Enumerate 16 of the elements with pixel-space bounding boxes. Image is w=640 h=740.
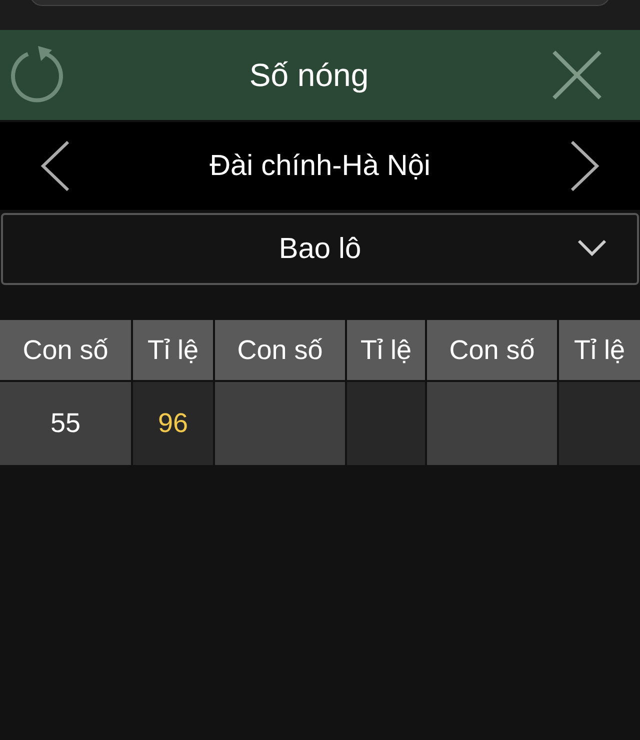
header-title: Số nóng bbox=[249, 56, 369, 94]
column-header: Tỉ lệ bbox=[133, 320, 213, 380]
chevron-down-icon bbox=[577, 239, 607, 257]
number-cell: 55 bbox=[0, 382, 131, 465]
chevron-left-icon[interactable] bbox=[40, 140, 70, 192]
column-header: Tỉ lệ bbox=[559, 320, 640, 380]
column-header: Con số bbox=[0, 320, 131, 380]
column-header: Con số bbox=[427, 320, 557, 380]
chevron-right-icon[interactable] bbox=[570, 140, 600, 192]
rate-cell: 96 bbox=[133, 382, 213, 465]
close-icon[interactable] bbox=[552, 50, 602, 100]
column-header: Con số bbox=[215, 320, 345, 380]
column-header: Tỉ lệ bbox=[347, 320, 425, 380]
station-name: Đài chính-Hà Nội bbox=[210, 150, 430, 182]
type-dropdown[interactable]: Bao lô bbox=[1, 213, 639, 285]
refresh-icon[interactable] bbox=[8, 46, 66, 104]
